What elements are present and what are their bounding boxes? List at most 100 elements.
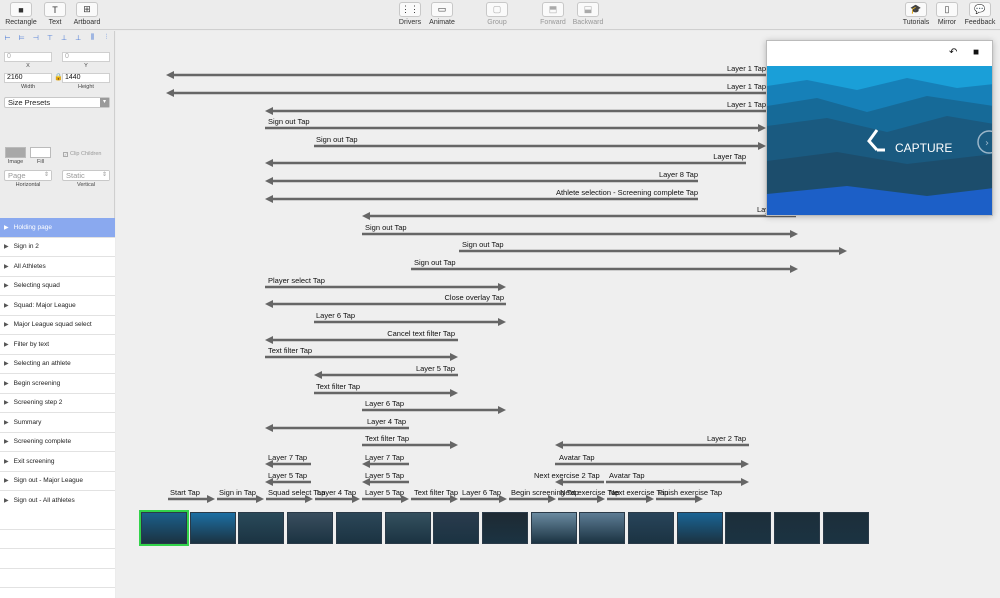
layer-item[interactable]: ▶ Major League squad select (0, 315, 115, 335)
layer-item[interactable]: ▶ Screening complete (0, 432, 115, 452)
animate-button[interactable]: ▭ Animate (427, 2, 457, 28)
layer-item[interactable]: ▶ Selecting an athlete (0, 354, 115, 374)
artboard-thumbnail[interactable] (287, 512, 334, 544)
backward-label: Backward (572, 19, 604, 26)
layer-item[interactable]: ▶ Filter by text (0, 335, 115, 355)
drivers-label: Drivers (398, 19, 422, 26)
clip-children-checkbox[interactable]: ✓ Clip Children (63, 151, 102, 157)
vertical-value: Static (66, 171, 85, 180)
artboard-button[interactable]: ⊞ Artboard (72, 2, 102, 28)
artboard-thumbnail[interactable] (725, 512, 772, 544)
artboard-thumbnail[interactable] (139, 510, 189, 546)
artboard-icon: ⊞ (76, 2, 98, 17)
align-top-icon[interactable]: ⊤ (46, 34, 53, 42)
disclosure-triangle-icon[interactable]: ▶ (4, 302, 9, 309)
artboard-thumbnail[interactable] (579, 512, 626, 544)
arrow-label: Close overlay Tap (445, 293, 504, 302)
disclosure-triangle-icon[interactable]: ▶ (4, 497, 9, 504)
artboard-thumbnail[interactable] (335, 512, 382, 544)
disclosure-triangle-icon[interactable]: ▶ (4, 341, 9, 348)
group-button[interactable]: ▢ Group (485, 2, 509, 28)
arrow-head (450, 389, 458, 397)
artboard-thumbnail[interactable] (530, 512, 577, 544)
arrow-head (498, 283, 506, 291)
artboard-thumbnail[interactable] (628, 512, 674, 544)
text-button[interactable]: T Text (43, 2, 67, 28)
preview-screen: CAPTURE › (767, 66, 992, 215)
disclosure-triangle-icon[interactable]: ▶ (4, 477, 9, 484)
distribute-h-icon[interactable]: ⫼ (89, 34, 96, 42)
mirror-button[interactable]: ▯ Mirror (936, 2, 958, 28)
disclosure-triangle-icon[interactable]: ▶ (4, 438, 9, 445)
layer-item[interactable]: ▶ Exit screening (0, 452, 115, 472)
layer-item[interactable]: ▶ Sign in 2 (0, 237, 115, 257)
image-swatch[interactable] (5, 147, 26, 158)
layer-item[interactable]: ▶ All Athletes (0, 257, 115, 277)
record-video-icon[interactable]: ■ (973, 47, 979, 58)
clip-children-label: Clip Children (70, 151, 102, 157)
disclosure-triangle-icon[interactable]: ▶ (4, 263, 9, 270)
arrow-label: Avatar Tap (609, 471, 645, 480)
artboard-thumbnail[interactable] (676, 512, 723, 544)
artboard-thumbnail[interactable] (481, 512, 528, 544)
arrow-head (498, 318, 506, 326)
animate-label: Animate (429, 19, 455, 26)
disclosure-triangle-icon[interactable]: ▶ (4, 243, 9, 250)
backward-button[interactable]: ⬓ Backward (572, 2, 604, 28)
align-bottom-icon[interactable]: ⊥ (75, 34, 82, 42)
artboard-thumbnail[interactable] (774, 512, 821, 544)
align-right-icon[interactable]: ⊣ (32, 34, 39, 42)
vertical-select[interactable]: Static ⇕ (62, 170, 110, 181)
width-field[interactable]: 2160 (4, 73, 52, 83)
height-field[interactable]: 1440 (62, 73, 110, 83)
fill-swatch[interactable] (30, 147, 51, 158)
forward-button[interactable]: ⬒ Forward (540, 2, 566, 28)
feedback-button[interactable]: 💬 Feedback (964, 2, 996, 28)
svg-text:›: › (985, 138, 989, 149)
align-center-h-icon[interactable]: ⊨ (18, 34, 25, 42)
layer-item[interactable]: ▶ Holding page (0, 218, 115, 238)
layer-item[interactable]: ▶ Screening step 2 (0, 393, 115, 413)
align-left-icon[interactable]: ⊢ (4, 34, 11, 42)
layer-item[interactable]: ▶ Sign out - All athletes (0, 491, 115, 511)
artboard-thumbnail[interactable] (189, 512, 236, 544)
layer-item[interactable]: ▶ Begin screening (0, 374, 115, 394)
disclosure-triangle-icon[interactable]: ▶ (4, 321, 9, 328)
arrow-head (758, 142, 766, 150)
disclosure-triangle-icon[interactable]: ▶ (4, 419, 9, 426)
artboard-thumbnail[interactable] (384, 512, 431, 544)
inspector-sidebar: ⊢ ⊨ ⊣ ⊤ ⊥ ⊥ ⫼ ⫶ 0 0 X Y 2160 🔒 1440 Widt… (0, 31, 115, 598)
size-presets-select[interactable]: Size Presets ▾ (4, 97, 110, 108)
disclosure-triangle-icon[interactable]: ▶ (4, 360, 9, 367)
layer-item[interactable]: ▶ Selecting squad (0, 276, 115, 296)
layer-label: Screening complete (13, 438, 72, 446)
artboard-thumbnail[interactable] (822, 512, 869, 544)
disclosure-triangle-icon[interactable]: ▶ (4, 458, 9, 465)
artboard-thumbnail[interactable] (238, 512, 285, 544)
disclosure-triangle-icon[interactable]: ▶ (4, 380, 9, 387)
horizontal-select[interactable]: Page ⇕ (4, 170, 52, 181)
preview-window[interactable]: ↶ ■ CAPTURE › (766, 40, 993, 216)
align-center-v-icon[interactable]: ⊥ (61, 34, 68, 42)
rectangle-button[interactable]: ■ Rectangle (4, 2, 38, 28)
disclosure-triangle-icon[interactable]: ▶ (4, 224, 9, 231)
layer-item[interactable]: ▶ Squad: Major League (0, 296, 115, 316)
rectangle-label: Rectangle (5, 19, 37, 26)
y-field[interactable]: 0 (62, 52, 110, 62)
y-label: Y (84, 63, 88, 69)
tutorials-button[interactable]: 🎓 Tutorials (901, 2, 931, 28)
height-label: Height (78, 84, 94, 90)
disclosure-triangle-icon[interactable]: ▶ (4, 282, 9, 289)
disclosure-triangle-icon[interactable]: ▶ (4, 399, 9, 406)
layer-label: Squad: Major League (13, 301, 76, 309)
undo-icon[interactable]: ↶ (949, 47, 957, 58)
arrow-label: Layer 4 Tap (367, 417, 406, 426)
distribute-v-icon[interactable]: ⫶ (103, 34, 110, 42)
x-field[interactable]: 0 (4, 52, 52, 62)
layer-label: Holding page (13, 223, 52, 231)
layer-item[interactable]: ▶ Summary (0, 413, 115, 433)
drivers-button[interactable]: ⋮⋮ Drivers (397, 2, 423, 28)
artboard-thumbnail[interactable] (433, 512, 480, 544)
layer-item[interactable]: ▶ Sign out - Major League (0, 471, 115, 491)
preview-toolbar: ↶ ■ (767, 41, 992, 66)
